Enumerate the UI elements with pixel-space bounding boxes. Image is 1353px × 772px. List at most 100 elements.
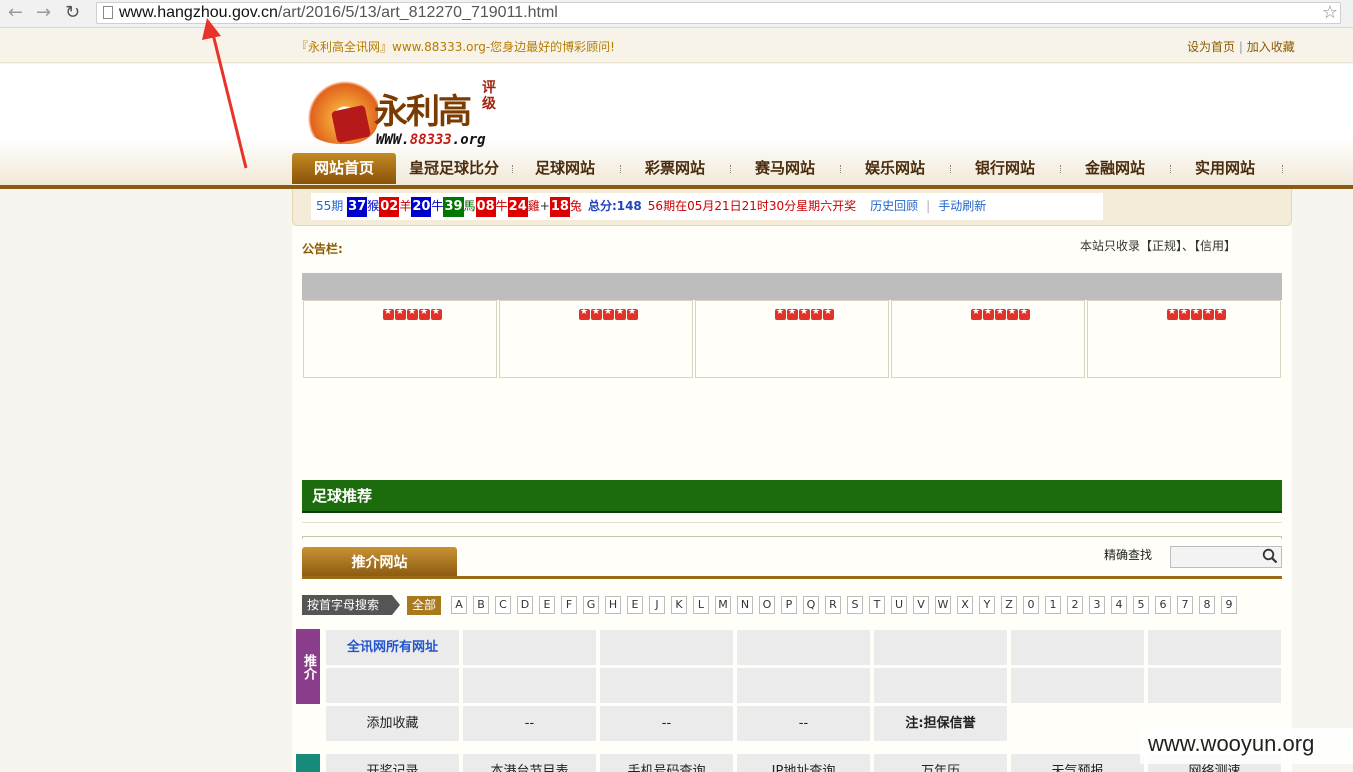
letter-filter-button[interactable]: 0 [1023, 596, 1039, 614]
nav-item-horse[interactable]: 赛马网站 [740, 153, 830, 184]
star-icon [395, 307, 406, 320]
nav-item-home[interactable]: 网站首页 [292, 153, 396, 184]
letter-filter-button[interactable]: G [583, 596, 599, 614]
letter-filter-button[interactable]: 4 [1111, 596, 1127, 614]
letter-filter-button[interactable]: Z [1001, 596, 1017, 614]
nav-item-crown-score[interactable]: 皇冠足球比分 [400, 153, 508, 184]
star-icon [1179, 307, 1190, 320]
tool-link[interactable]: 万年历 [874, 754, 1007, 772]
tool-link[interactable]: 天气预报 [1011, 754, 1144, 772]
letter-filter-button[interactable]: X [957, 596, 973, 614]
star-icon [383, 307, 394, 320]
nav-item-finance[interactable]: 金融网站 [1070, 153, 1160, 184]
letter-filter-button[interactable]: D [517, 596, 533, 614]
star-icon [995, 307, 1006, 320]
url-text[interactable]: www.hangzhou.gov.cn/art/2016/5/13/art_81… [119, 4, 558, 22]
letter-filter-button[interactable]: Y [979, 596, 995, 614]
nav-item-football[interactable]: 足球网站 [520, 153, 610, 184]
letter-filter-button[interactable]: O [759, 596, 775, 614]
letter-filter-button[interactable]: J [649, 596, 665, 614]
bookmark-star-icon[interactable]: ☆ [1322, 2, 1338, 23]
nav-separator [620, 165, 622, 173]
lottery-ball: 18 [549, 197, 570, 217]
grid-cell[interactable]: 添加收藏 [326, 706, 459, 741]
nav-item-casino[interactable]: 娱乐网站 [850, 153, 940, 184]
plus-sign: + [539, 199, 550, 213]
tool-link[interactable]: 手机号码查询 [600, 754, 733, 772]
rating-card[interactable] [499, 300, 693, 378]
tab-recommended-sites[interactable]: 推介网站 [302, 547, 457, 577]
nav-separator [1060, 165, 1062, 173]
letter-filter-button[interactable]: P [781, 596, 797, 614]
next-draw: 56期在05月21日21时30分星期六开奖 [647, 199, 857, 213]
letter-filter-button[interactable]: C [495, 596, 511, 614]
nav-item-bank[interactable]: 银行网站 [960, 153, 1050, 184]
site-logo[interactable]: 永利高 评级 WWW.88333.org [296, 74, 516, 152]
nav-item-utility[interactable]: 实用网站 [1180, 153, 1270, 184]
lottery-row: 55期 37猴02羊20牛39馬08牛24雞+18兔 总分:148 56期在05月2… [316, 196, 986, 217]
empty-cell [463, 630, 596, 665]
alphabet-all-button[interactable]: 全部 [407, 596, 441, 615]
rating-card[interactable] [303, 300, 497, 378]
letter-filter-button[interactable]: 9 [1221, 596, 1237, 614]
letter-filter-button[interactable]: 8 [1199, 596, 1215, 614]
tool-link[interactable]: IP地址查询 [737, 754, 870, 772]
reload-icon[interactable]: ↻ [65, 4, 80, 22]
empty-cell [600, 668, 733, 703]
letter-filter-button[interactable]: B [473, 596, 489, 614]
rating-card[interactable] [1087, 300, 1281, 378]
lottery-results: 55期 37猴02羊20牛39馬08牛24雞+18兔 总分:148 56期在05月2… [311, 193, 1103, 220]
letter-filter-button[interactable]: H [605, 596, 621, 614]
letter-filter-button[interactable]: T [869, 596, 885, 614]
tool-link[interactable]: 开奖记录 [326, 754, 459, 772]
back-arrow-icon[interactable]: ← [8, 4, 23, 22]
forward-arrow-icon[interactable]: → [36, 4, 51, 22]
empty-cell [326, 668, 459, 703]
topbar-links: 设为首页 | 加入收藏 [1187, 38, 1295, 55]
zodiac-label: 牛 [495, 199, 508, 213]
letter-filter-button[interactable]: R [825, 596, 841, 614]
letter-filter-button[interactable]: E [627, 596, 643, 614]
rating-card[interactable] [695, 300, 889, 378]
nav-item-lottery[interactable]: 彩票网站 [630, 153, 720, 184]
star-icon [775, 307, 786, 320]
set-home-link[interactable]: 设为首页 [1187, 40, 1235, 54]
watermark: www.wooyun.org [1140, 728, 1353, 764]
letter-filter-button[interactable]: W [935, 596, 951, 614]
letter-filter-button[interactable]: 7 [1177, 596, 1193, 614]
search-icon[interactable] [1262, 548, 1278, 564]
rating-header-bar [302, 273, 1282, 300]
recommend-side-tag: 推介 [296, 629, 320, 704]
rating-card[interactable] [891, 300, 1085, 378]
letter-filter-button[interactable]: Q [803, 596, 819, 614]
empty-cell [1148, 630, 1281, 665]
grid-cell: -- [463, 706, 596, 741]
logo-url: WWW.88333.org [376, 132, 486, 148]
letter-filter-button[interactable]: V [913, 596, 929, 614]
history-link[interactable]: 历史回顾 [870, 199, 918, 213]
letter-filter-button[interactable]: 1 [1045, 596, 1061, 614]
letter-filter-button[interactable]: L [693, 596, 709, 614]
address-bar[interactable]: www.hangzhou.gov.cn/art/2016/5/13/art_81… [96, 2, 1341, 24]
letter-filter-button[interactable]: E [539, 596, 555, 614]
letter-filter-button[interactable]: M [715, 596, 731, 614]
slogan-link[interactable]: www.88333.org [392, 40, 486, 54]
letter-filter-button[interactable]: A [451, 596, 467, 614]
refresh-link[interactable]: 手动刷新 [938, 199, 986, 213]
site-slogan: 『永利高全讯网』www.88333.org-您身边最好的博彩顾问! [296, 40, 615, 54]
issue-label: 55期 [316, 199, 344, 213]
letter-filter-button[interactable]: S [847, 596, 863, 614]
letter-filter-button[interactable]: 2 [1067, 596, 1083, 614]
letter-filter-button[interactable]: N [737, 596, 753, 614]
letter-filter-button[interactable]: K [671, 596, 687, 614]
letter-filter-button[interactable]: U [891, 596, 907, 614]
add-favorite-link[interactable]: 加入收藏 [1247, 40, 1295, 54]
letter-filter-button[interactable]: 3 [1089, 596, 1105, 614]
football-section-heading: 足球推荐 [302, 480, 1282, 513]
search-input[interactable] [1170, 546, 1282, 568]
letter-filter-button[interactable]: 6 [1155, 596, 1171, 614]
letter-filter-button[interactable]: F [561, 596, 577, 614]
site-link-all[interactable]: 全讯网所有网址 [326, 630, 459, 665]
letter-filter-button[interactable]: 5 [1133, 596, 1149, 614]
tool-link[interactable]: 本港台节目表 [463, 754, 596, 772]
